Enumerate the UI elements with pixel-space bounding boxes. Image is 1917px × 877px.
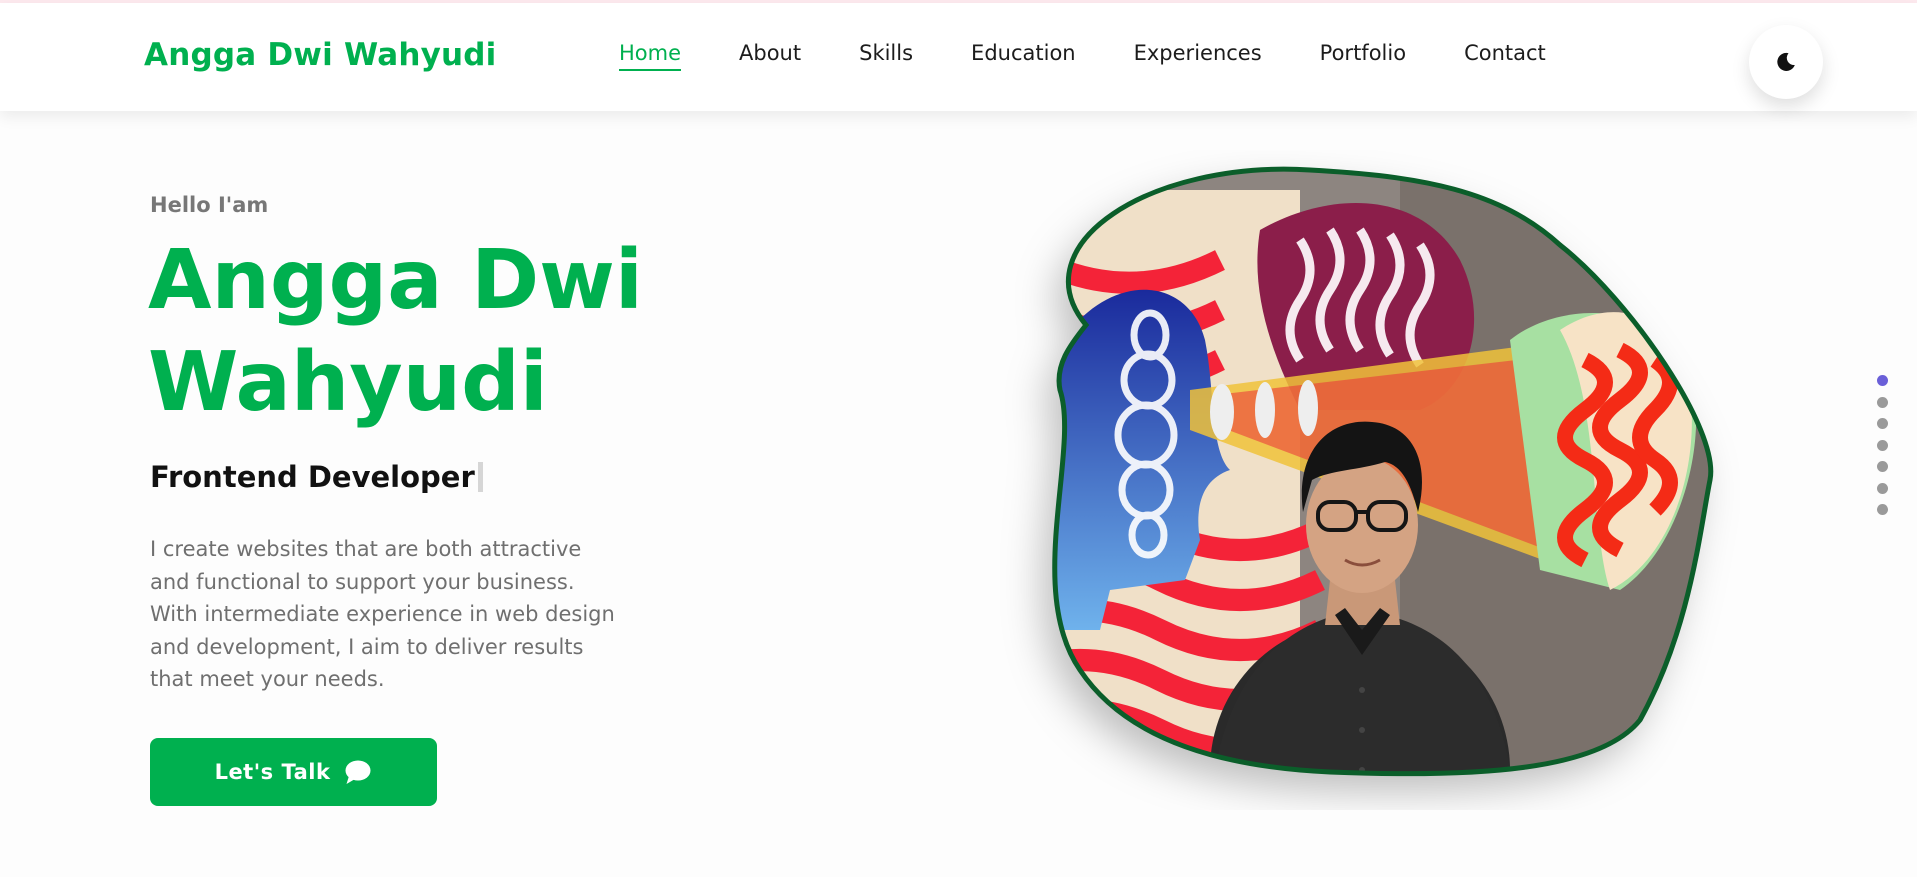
profile-photo (1052, 166, 1714, 777)
nav-education[interactable]: Education (971, 41, 1076, 71)
site-header: Angga Dwi Wahyudi Home About Skills Educ… (0, 3, 1917, 111)
nav-portfolio[interactable]: Portfolio (1320, 41, 1406, 71)
main-nav: Home About Skills Education Experiences … (619, 41, 1604, 71)
section-indicator (1877, 375, 1889, 526)
section-dot[interactable] (1877, 461, 1888, 472)
nav-home[interactable]: Home (619, 41, 682, 71)
lets-talk-button[interactable]: Let's Talk (150, 738, 437, 806)
section-dot[interactable] (1877, 418, 1888, 429)
nav-experiences[interactable]: Experiences (1134, 41, 1262, 71)
section-dot[interactable] (1877, 375, 1888, 386)
role-text: Frontend Developer (150, 460, 475, 494)
nav-skills[interactable]: Skills (859, 41, 913, 71)
hero-name: Angga Dwi Wahyudi (148, 233, 644, 430)
role-title: Frontend Developer (150, 460, 483, 494)
chat-bubble-icon (345, 760, 371, 784)
greeting-text: Hello I'am (150, 193, 269, 217)
moon-icon (1777, 52, 1795, 71)
section-dot[interactable] (1877, 439, 1888, 451)
nav-about[interactable]: About (739, 41, 801, 71)
cta-label: Let's Talk (214, 760, 331, 784)
nav-contact[interactable]: Contact (1464, 41, 1546, 71)
brand-logo-text[interactable]: Angga Dwi Wahyudi (144, 37, 497, 73)
typing-caret (477, 462, 483, 492)
section-dot[interactable] (1877, 504, 1888, 515)
hero-description: I create websites that are both attracti… (150, 537, 615, 691)
theme-toggle-button[interactable] (1749, 25, 1823, 99)
section-dot[interactable] (1877, 396, 1888, 408)
section-dot[interactable] (1877, 482, 1888, 494)
profile-photo-blob (1000, 150, 1740, 810)
